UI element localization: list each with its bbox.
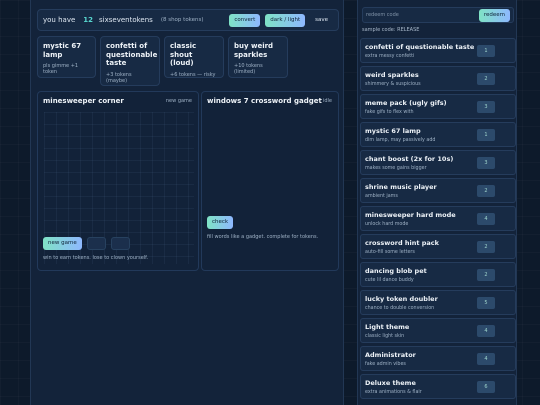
store-item-desc: ambient jams xyxy=(365,194,398,199)
crossword-note: fill words like a gadget. complete for t… xyxy=(207,234,319,240)
crossword-title: windows 7 crossword gadget xyxy=(207,97,322,105)
store-item-price-badge[interactable]: 5 xyxy=(477,297,495,309)
difficulty-button-medium[interactable] xyxy=(87,237,106,250)
shop-card-weird-sparkles[interactable]: buy weird sparkles +10 tokens (limited) xyxy=(228,36,288,78)
store-item-price-badge[interactable]: 2 xyxy=(477,73,495,85)
store-item-name: meme pack (ugly gifs) xyxy=(365,99,447,107)
store-item-name: Administrator xyxy=(365,351,416,359)
store-item-desc: auto-fill some letters xyxy=(365,250,415,255)
store-item-price-badge[interactable]: 3 xyxy=(477,157,495,169)
store-item-desc: cute lil dance buddy xyxy=(365,278,414,283)
store-item-price-badge[interactable]: 6 xyxy=(477,381,495,393)
convert-button[interactable]: convert xyxy=(229,13,261,27)
store-item-name: lucky token doubler xyxy=(365,295,438,303)
store-item-desc: classic light skin xyxy=(365,334,405,339)
store-item-name: minesweeper hard mode xyxy=(365,211,456,219)
store-item-name: Light theme xyxy=(365,323,410,331)
store-item[interactable]: Light theme classic light skin 4 xyxy=(360,318,516,343)
store-item-name: Deluxe theme xyxy=(365,379,416,387)
reveal-button[interactable] xyxy=(232,216,254,229)
redeem-code-input[interactable] xyxy=(366,10,476,20)
store-item[interactable]: dancing blob pet cute lil dance buddy 2 xyxy=(360,262,516,287)
shop-card-sub: +3 tokens (maybe) xyxy=(106,71,132,84)
token-bar: you have 12 sixseventokens (8 shop token… xyxy=(37,9,339,31)
shop-card-title: buy weird sparkles xyxy=(234,42,274,59)
store-item[interactable]: meme pack (ugly gifs) fake gifs to flex w… xyxy=(360,94,516,119)
store-item-name: crossword hint pack xyxy=(365,239,439,247)
sample-code-text: sample code: RELEASE xyxy=(362,27,420,33)
shop-card-sub: +10 tokens (limited) xyxy=(234,63,263,75)
shop-card-title: confetti of questionable taste xyxy=(106,42,158,67)
shop-card-confetti[interactable]: confetti of questionable taste +3 tokens… xyxy=(100,36,160,86)
store-item-desc: extra messy confetti xyxy=(365,54,415,59)
shop-card-sub: pls gimme +1 token xyxy=(43,63,79,75)
difficulty-button-hard[interactable] xyxy=(111,237,130,250)
store-item-price-badge[interactable]: 4 xyxy=(477,325,495,337)
store-item-name: weird sparkles xyxy=(365,71,419,79)
store-item-price-badge[interactable]: 1 xyxy=(477,129,495,141)
redeem-button[interactable]: redeem xyxy=(478,9,510,22)
store-item-desc: fake gifs to flex with xyxy=(365,110,414,115)
crossword-status: idle xyxy=(322,98,332,104)
save-button[interactable]: save xyxy=(310,14,333,27)
shop-card-title: classic shout (loud) xyxy=(170,42,197,67)
store-item-desc: unlock hard mode xyxy=(365,222,409,227)
store-item[interactable]: confetti of questionable taste extra mess… xyxy=(360,38,516,63)
store-sidebar: redeem sample code: RELEASE confetti of … xyxy=(357,0,517,405)
store-item-price-badge[interactable]: 3 xyxy=(477,101,495,113)
shop-card-classic-shout[interactable]: classic shout (loud) +6 tokens — risky xyxy=(164,36,224,78)
minesweeper-title: minesweeper corner xyxy=(43,97,124,105)
store-item-price-badge[interactable]: 2 xyxy=(477,185,495,197)
store-item-list: confetti of questionable taste extra mess… xyxy=(358,38,518,402)
token-unit: sixseventokens xyxy=(99,16,153,24)
store-item-desc: dim lamp, may passively add xyxy=(365,138,436,143)
store-item-price-badge[interactable]: 1 xyxy=(477,45,495,57)
store-item-name: mystic 67 lamp xyxy=(365,127,421,135)
store-item-name: confetti of questionable taste xyxy=(365,43,475,51)
redeem-row: redeem xyxy=(362,7,514,23)
store-item[interactable]: mystic 67 lamp dim lamp, may passively ad… xyxy=(360,122,516,147)
minesweeper-note: win to earn tokens. lose to clown yourse… xyxy=(43,255,149,261)
token-count: 12 xyxy=(83,16,94,24)
store-item-price-badge[interactable]: 4 xyxy=(477,213,495,225)
store-item[interactable]: lucky token doubler chance to double conv… xyxy=(360,290,516,315)
store-item-name: dancing blob pet xyxy=(365,267,427,275)
store-item-desc: extra animations & flair xyxy=(365,390,422,395)
store-item-name: shrine music player xyxy=(365,183,437,191)
token-prefix: you have xyxy=(43,16,76,24)
store-item[interactable]: shrine music player ambient jams 2 xyxy=(360,178,516,203)
minesweeper-new-game-link[interactable]: new game xyxy=(166,98,192,104)
store-item-price-badge[interactable]: 2 xyxy=(477,241,495,253)
minesweeper-panel: minesweeper corner new game new game win… xyxy=(37,91,199,271)
shop-cards: mystic 67 lamp pls gimme +1 token confet… xyxy=(37,36,292,86)
shop-token-note: (8 shop tokens) xyxy=(160,17,204,23)
store-item[interactable]: Administrator fake admin vibes 4 xyxy=(360,346,516,371)
store-item-price-badge[interactable]: 4 xyxy=(477,353,495,365)
store-item-price-badge[interactable]: 2 xyxy=(477,269,495,281)
crossword-panel: windows 7 crossword gadget idle check fi… xyxy=(201,91,339,271)
store-item[interactable]: crossword hint pack auto-fill some letter… xyxy=(360,234,516,259)
store-item[interactable]: Deluxe theme extra animations & flair 6 xyxy=(360,374,516,399)
store-item-desc: shimmery & suspicious xyxy=(365,82,421,87)
shop-card-mystic-lamp[interactable]: mystic 67 lamp pls gimme +1 token xyxy=(37,36,96,78)
shop-card-sub: +6 tokens — risky xyxy=(170,71,216,78)
shop-card-title: mystic 67 lamp xyxy=(43,42,82,59)
store-item[interactable]: minesweeper hard mode unlock hard mode 4 xyxy=(360,206,516,231)
new-game-button[interactable]: new game xyxy=(43,237,82,250)
store-item-desc: makes some gains bigger xyxy=(365,166,427,171)
store-item-desc: fake admin vibes xyxy=(365,362,406,367)
theme-toggle-button[interactable]: dark / light xyxy=(265,13,306,27)
store-item[interactable]: chant boost (2x for 10s) makes some gains… xyxy=(360,150,516,175)
store-item-name: chant boost (2x for 10s) xyxy=(365,155,454,163)
main-panel: you have 12 sixseventokens (8 shop token… xyxy=(30,0,344,405)
check-button[interactable]: check xyxy=(207,216,234,229)
store-item-desc: chance to double conversion xyxy=(365,306,435,311)
store-item[interactable]: weird sparkles shimmery & suspicious 2 xyxy=(360,66,516,91)
